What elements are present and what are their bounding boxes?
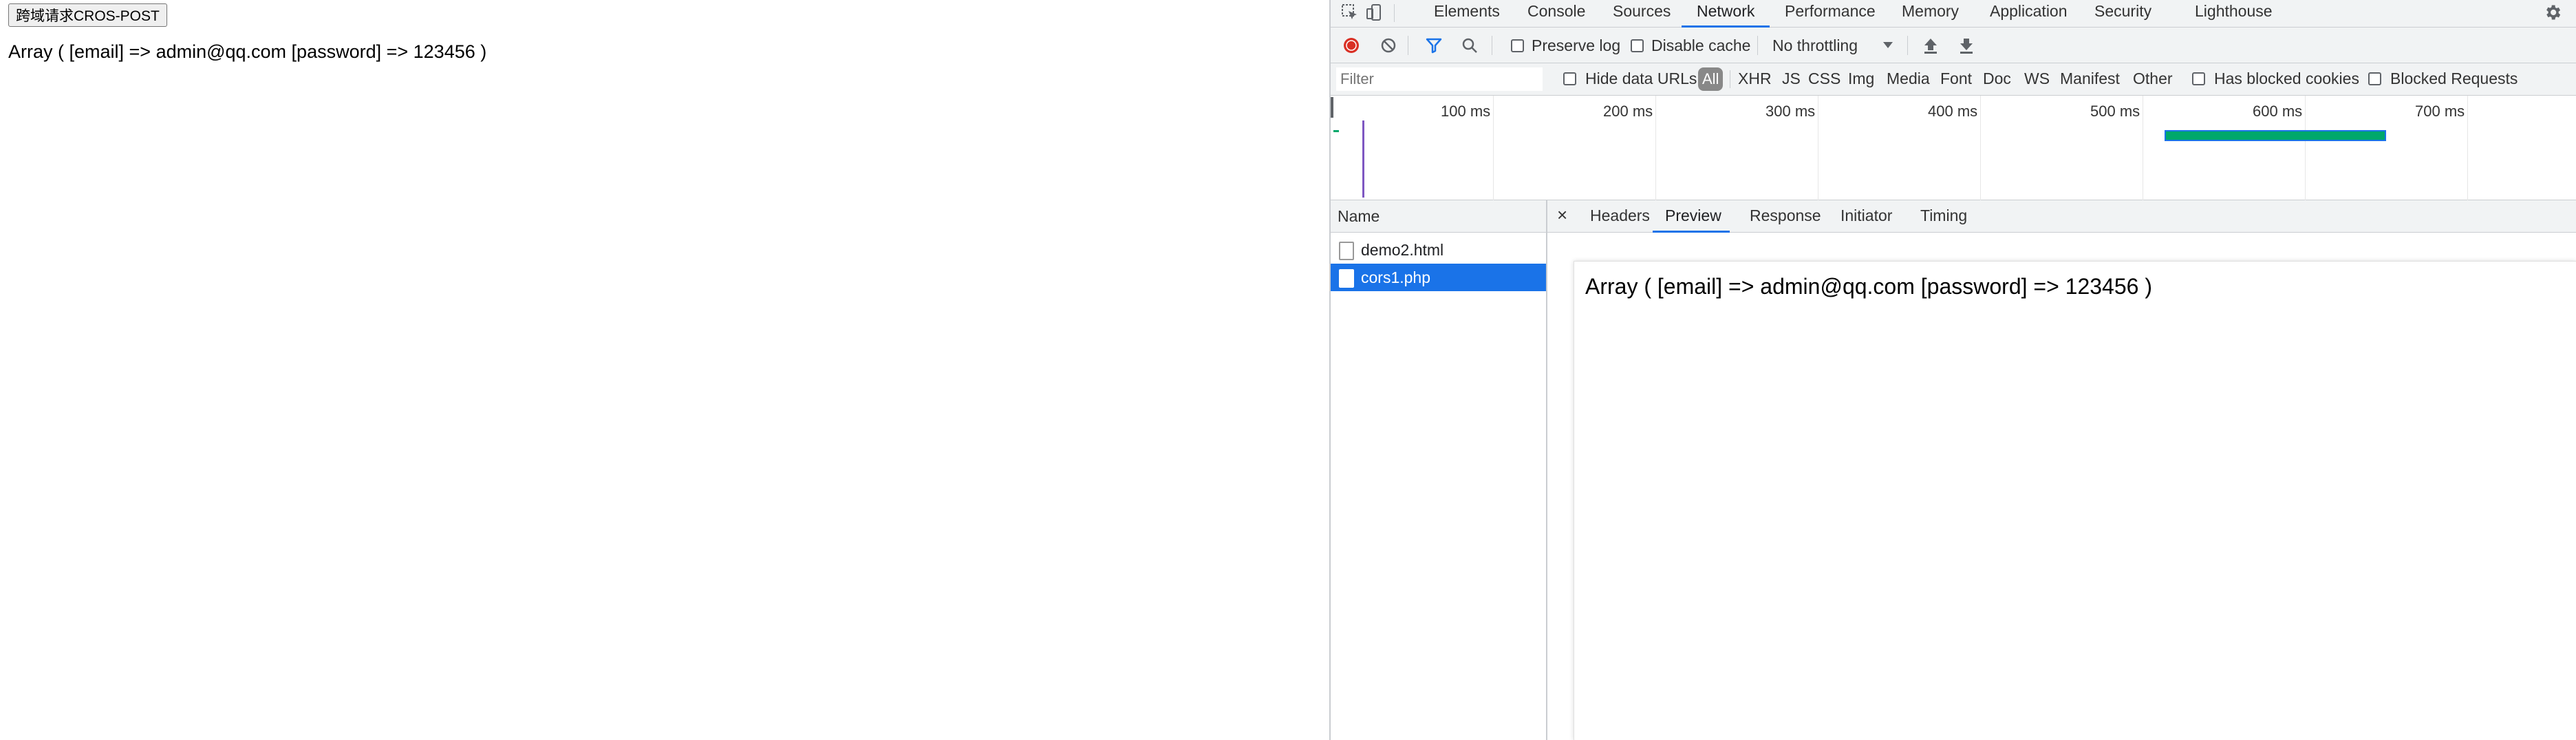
cors-post-button[interactable]: 跨域请求CROS-POST <box>8 3 167 27</box>
tab-sources[interactable]: Sources <box>1613 0 1671 28</box>
tab-application[interactable]: Application <box>1990 0 2068 28</box>
load-event-marker <box>1362 120 1364 198</box>
tab-lighthouse[interactable]: Lighthouse <box>2195 0 2273 28</box>
request-detail: × Headers Preview Response Initiator Tim… <box>1547 200 2576 740</box>
tab-performance[interactable]: Performance <box>1785 0 1876 28</box>
tab-memory[interactable]: Memory <box>1902 0 1959 28</box>
tick-label: 500 ms <box>2090 103 2140 120</box>
export-icon[interactable] <box>1957 36 1976 55</box>
disable-cache-checkbox[interactable] <box>1631 39 1644 52</box>
record-icon[interactable] <box>1342 36 1361 55</box>
type-filter-doc[interactable]: Doc <box>1983 70 2011 88</box>
preview-text: Array ( [email] => admin@qq.com [passwor… <box>1585 274 2152 299</box>
request-bar-demo2 <box>1333 130 1339 132</box>
tick-label: 600 ms <box>2253 103 2303 120</box>
type-filter-xhr[interactable]: XHR <box>1738 70 1772 88</box>
blocked-requests-label: Blocked Requests <box>2390 70 2518 87</box>
type-filter-media[interactable]: Media <box>1887 70 1930 88</box>
has-blocked-cookies-checkbox[interactable] <box>2192 72 2205 85</box>
filter-input[interactable] <box>1336 67 1543 91</box>
detail-tab-initiator[interactable]: Initiator <box>1840 207 1892 225</box>
document-icon <box>1339 269 1354 288</box>
device-toolbar-icon[interactable] <box>1365 3 1384 22</box>
tick-label: 300 ms <box>1765 103 1816 120</box>
detail-tab-headers[interactable]: Headers <box>1590 207 1650 225</box>
settings-gear-icon[interactable] <box>2542 1 2564 23</box>
type-filter-all[interactable]: All <box>1698 67 1724 91</box>
request-name: cors1.php <box>1361 268 1431 286</box>
type-filter-css[interactable]: CSS <box>1808 70 1840 88</box>
request-name: demo2.html <box>1361 241 1444 259</box>
request-row-cors1[interactable]: cors1.php <box>1331 264 1546 291</box>
type-filter-ws[interactable]: WS <box>2024 70 2050 88</box>
devtools-panel: Elements Console Sources Network Perform… <box>1329 0 2576 740</box>
document-icon <box>1339 242 1354 260</box>
tick-label: 200 ms <box>1603 103 1653 120</box>
import-icon[interactable] <box>1921 36 1940 55</box>
search-icon[interactable] <box>1460 36 1479 55</box>
filter-icon[interactable] <box>1424 36 1443 55</box>
detail-tab-preview[interactable]: Preview <box>1665 207 1721 225</box>
type-filter-other[interactable]: Other <box>2133 70 2173 88</box>
network-lower-panel: Name demo2.html cors1.php × Headers Prev… <box>1331 200 2576 740</box>
detail-tabbar: × Headers Preview Response Initiator Tim… <box>1547 200 2576 233</box>
active-detail-tab-indicator <box>1653 231 1730 233</box>
tab-security[interactable]: Security <box>2094 0 2151 28</box>
network-filterbar: Hide data URLs All XHR JS CSS Img Media … <box>1331 63 2576 96</box>
name-column-label: Name <box>1338 207 1380 225</box>
has-blocked-cookies-label: Has blocked cookies <box>2214 70 2359 87</box>
devtools-tabbar: Elements Console Sources Network Perform… <box>1331 0 2576 28</box>
chevron-down-icon[interactable] <box>1881 39 1895 52</box>
close-detail-icon[interactable]: × <box>1557 204 1567 226</box>
request-list: Name demo2.html cors1.php <box>1331 200 1547 740</box>
blocked-requests-checkbox[interactable] <box>2368 72 2381 85</box>
detail-tab-response[interactable]: Response <box>1750 207 1821 225</box>
tab-console[interactable]: Console <box>1527 0 1585 28</box>
type-filter-img[interactable]: Img <box>1848 70 1874 88</box>
tick-label: 100 ms <box>1441 103 1491 120</box>
preserve-log-label: Preserve log <box>1532 36 1621 54</box>
tick-label: 700 ms <box>2415 103 2465 120</box>
tab-network[interactable]: Network <box>1697 0 1754 28</box>
clear-icon[interactable] <box>1379 36 1398 55</box>
page-content: 跨域请求CROS-POST Array ( [email] => admin@q… <box>0 0 1329 740</box>
detail-tab-timing[interactable]: Timing <box>1920 207 1967 225</box>
tab-elements[interactable]: Elements <box>1434 0 1500 28</box>
tick-label: 400 ms <box>1928 103 1978 120</box>
type-filter-manifest[interactable]: Manifest <box>2060 70 2120 88</box>
hide-data-urls-label: Hide data URLs <box>1585 70 1697 87</box>
type-filter-font[interactable]: Font <box>1940 70 1972 88</box>
network-toolbar: Preserve log Disable cache No throttling <box>1331 28 2576 63</box>
preserve-log-checkbox[interactable] <box>1511 39 1524 52</box>
inspect-element-icon[interactable] <box>1340 3 1360 22</box>
throttling-select[interactable]: No throttling <box>1772 36 1858 55</box>
disable-cache-label: Disable cache <box>1651 36 1751 54</box>
name-column-header[interactable]: Name <box>1331 200 1546 233</box>
preview-pane[interactable]: Array ( [email] => admin@qq.com [passwor… <box>1574 261 2576 740</box>
hide-data-urls-checkbox[interactable] <box>1563 72 1576 85</box>
overview-left-handle[interactable] <box>1331 97 1333 118</box>
type-filter-js[interactable]: JS <box>1782 70 1801 88</box>
network-overview-timeline[interactable]: 100 ms 200 ms 300 ms 400 ms 500 ms 600 m… <box>1331 96 2576 200</box>
request-row-demo2[interactable]: demo2.html <box>1331 236 1546 264</box>
page-result-text: Array ( [email] => admin@qq.com [passwor… <box>8 41 487 62</box>
request-bar-cors1 <box>2165 130 2386 141</box>
